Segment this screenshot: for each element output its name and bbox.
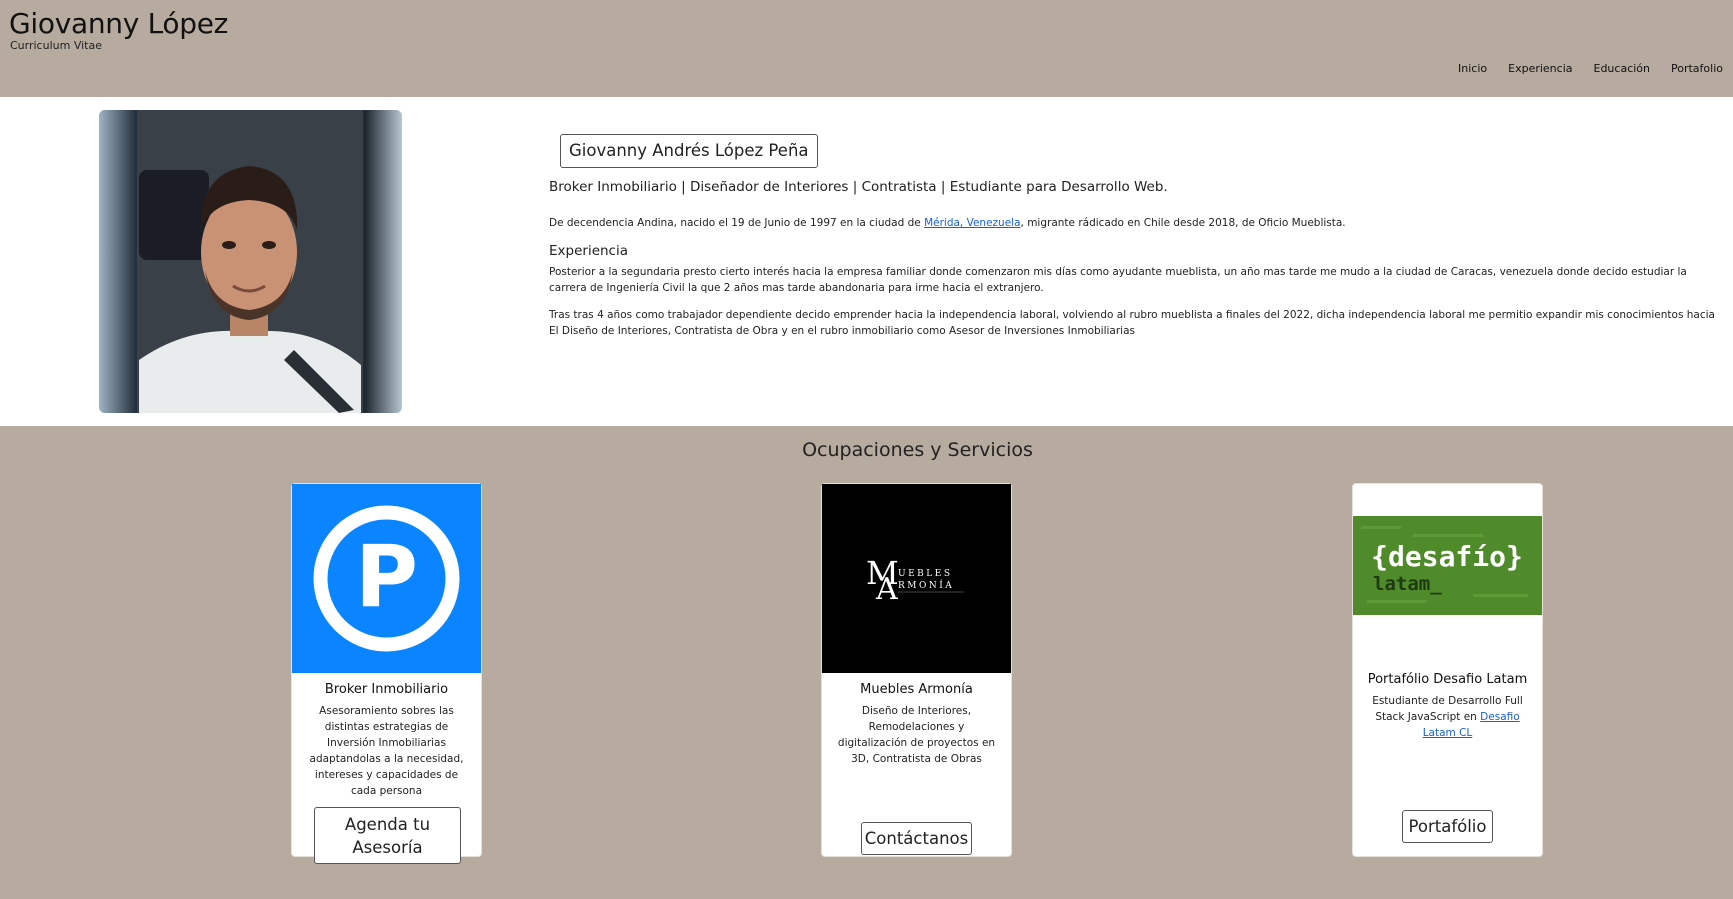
experience-paragraph-1: Posterior a la segundaria presto cierto … [549,266,1687,294]
desafio-card-description: Estudiante de Desarrollo Full Stack Java… [1365,693,1530,741]
full-name-badge: Giovanny Andrés López Peña [560,134,818,168]
agenda-button-line1: Agenda tu [344,815,431,834]
profile-section: Giovanny Andrés López Peña Broker Inmobi… [0,97,1733,426]
broker-logo: P [292,484,481,673]
logo-word-rmonia: RMONÍA [898,579,954,591]
desafio-latam-banner: {desafío} latam_ [1353,516,1542,615]
nav-inicio[interactable]: Inicio [1458,62,1487,75]
intro-text-before: De decendencia Andina, nacido el 19 de J… [549,217,925,229]
services-section: Ocupaciones y Servicios P Broker Inmobil… [0,426,1733,899]
desafio-logo-line2: latam_ [1373,573,1442,595]
nav-experiencia[interactable]: Experiencia [1508,62,1572,75]
broker-card-description: Asesoramiento sobres las distintas estra… [309,705,464,797]
profile-photo-illustration [99,110,402,413]
intro-text-after: , migrante rádicado en Chile desde 2018,… [1020,217,1346,229]
site-subtitle: Curriculum Vitae [10,39,102,52]
desafio-card-title: Portafólio Desafio Latam [1367,672,1528,687]
broker-logo-letter: P [355,527,418,627]
broker-p-icon: P [313,505,460,652]
muebles-card-description: Diseño de Interiores, Remodelaciones y d… [837,705,996,765]
nav-educacion[interactable]: Educación [1594,62,1651,75]
site-title: Giovanny López [9,7,229,40]
site-header: Giovanny López Curriculum Vitae Inicio E… [0,0,1733,97]
desafio-latam-logo: {desafío} latam_ [1353,516,1542,615]
profile-photo [99,110,402,413]
portafolio-button[interactable]: Portafólio [1402,810,1493,843]
muebles-armonia-mark: M A UEBLES RMONÍA [866,554,964,607]
agenda-button-line2: Asesoría [352,838,423,857]
intro-paragraph: De decendencia Andina, nacido el 19 de J… [549,217,1346,229]
main-nav: Inicio Experiencia Educación Portafolio [1458,62,1723,75]
logo-word-uebles: UEBLES [898,569,952,579]
desafio-logo-line1: {desafío} [1371,540,1523,573]
agenda-asesoria-button[interactable]: Agenda tu Asesoría [314,807,461,864]
muebles-card-title: Muebles Armonía [860,682,973,697]
contactanos-button[interactable]: Contáctanos [861,822,972,855]
nav-portafolio[interactable]: Portafolio [1671,62,1723,75]
roles-line: Broker Inmobiliario | Diseñador de Inter… [549,179,1168,195]
logo-a: A [875,572,898,607]
service-card-desafio: {desafío} latam_ Portafólio Desafio Lata… [1352,483,1543,857]
intro-location-link[interactable]: Mérida, Venezuela [924,217,1020,229]
broker-card-title: Broker Inmobiliario [324,682,449,697]
experience-heading: Experiencia [549,243,629,259]
services-heading: Ocupaciones y Servicios [802,439,1033,461]
muebles-armonia-logo: M A UEBLES RMONÍA [822,484,1011,673]
experience-paragraph-2: Tras tras 4 años como trabajador dependi… [549,309,1715,337]
service-card-broker: P Broker Inmobiliario Asesoramiento sobr… [291,483,482,864]
service-card-muebles: M A UEBLES RMONÍA Muebles Armonía Diseño… [821,483,1012,857]
